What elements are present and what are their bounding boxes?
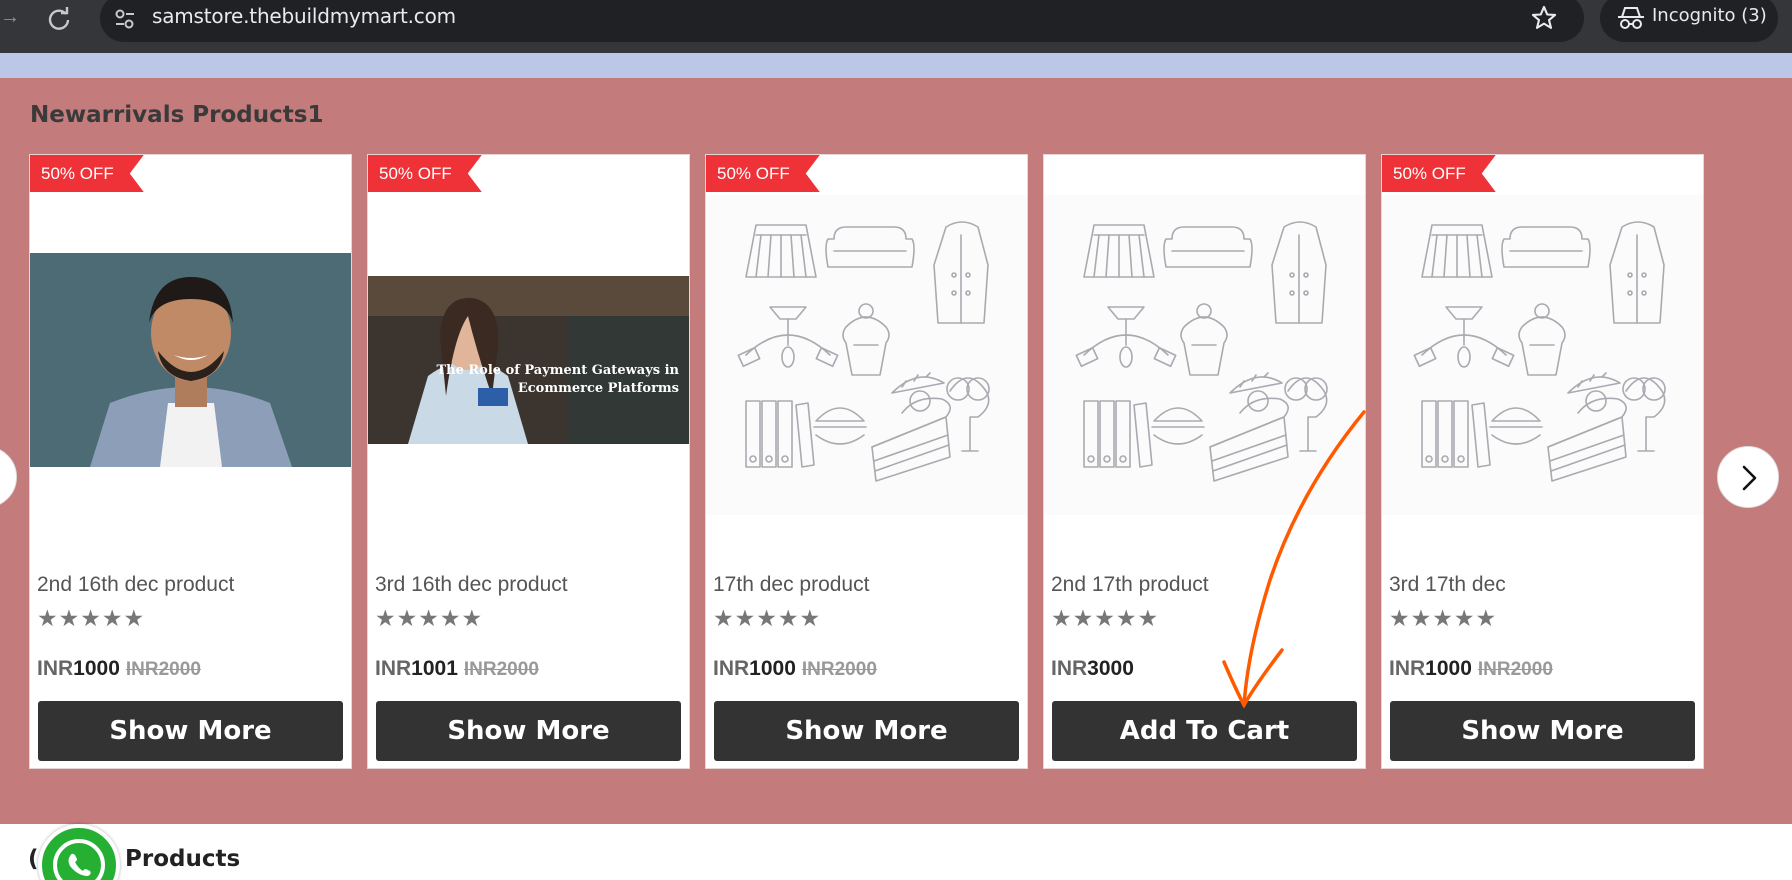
rating-stars: ★★★★★: [713, 605, 822, 631]
discount-badge: 50% OFF: [368, 155, 482, 192]
currency: INR: [1051, 657, 1088, 680]
product-card[interactable]: 50% OFF 2nd 16th dec product ★★★★★ INR10…: [29, 154, 352, 769]
next-section-title: Products: [125, 846, 241, 872]
product-card[interactable]: 50% OFF 3rd 17th dec ★★★★★ INR1000 INR200…: [1381, 154, 1704, 769]
show-more-button[interactable]: Show More: [38, 701, 343, 761]
whatsapp-icon: [53, 839, 105, 880]
carousel-next-button[interactable]: [1717, 446, 1779, 508]
new-arrivals-section: Newarrivals Products1 50% OFF 2nd 16th d…: [0, 78, 1792, 824]
currency: INR: [1389, 657, 1426, 680]
product-price: INR1001 INR2000: [375, 657, 539, 681]
product-card[interactable]: 50% OFF 17th dec product ★★★★★ INR1000 IN…: [705, 154, 1028, 769]
currency: INR: [37, 657, 74, 680]
discount-badge: 50% OFF: [706, 155, 820, 192]
whatsapp-button[interactable]: [38, 824, 120, 880]
product-price: INR1000 INR2000: [37, 657, 201, 681]
add-to-cart-button[interactable]: Add To Cart: [1052, 701, 1357, 761]
product-name[interactable]: 3rd 17th dec: [1389, 573, 1506, 597]
product-name[interactable]: 17th dec product: [713, 573, 869, 597]
section-title: Newarrivals Products1: [30, 102, 324, 128]
price-value: 3000: [1087, 657, 1134, 680]
banner-caption-line1: The Role of Payment Gateways in: [436, 363, 679, 378]
rating-stars: ★★★★★: [37, 605, 146, 631]
product-price: INR1000 INR2000: [1389, 657, 1553, 681]
man-portrait-image: [30, 253, 351, 467]
reload-icon[interactable]: [44, 4, 74, 34]
currency: INR: [713, 657, 750, 680]
product-price: INR3000: [1051, 657, 1134, 681]
browser-toolbar: → samstore.thebuildmymart.com Incognito …: [0, 0, 1792, 53]
price-value: 1000: [1425, 657, 1472, 680]
site-settings-icon[interactable]: [112, 6, 138, 32]
discount-badge: 50% OFF: [1382, 155, 1496, 192]
product-name[interactable]: 3rd 16th dec product: [375, 573, 568, 597]
chevron-right-icon: [1742, 465, 1757, 491]
product-image[interactable]: The Role of Payment Gateways in Ecommerc…: [368, 276, 689, 444]
product-name[interactable]: 2nd 17th product: [1051, 573, 1209, 597]
product-image[interactable]: [706, 195, 1027, 515]
price-value: 1000: [749, 657, 796, 680]
placeholder-sketch-image: [706, 195, 1027, 515]
price-value: 1001: [411, 657, 458, 680]
rating-stars: ★★★★★: [375, 605, 484, 631]
product-price: INR1000 INR2000: [713, 657, 877, 681]
show-more-button[interactable]: Show More: [376, 701, 681, 761]
rating-stars: ★★★★★: [1051, 605, 1160, 631]
product-name[interactable]: 2nd 16th dec product: [37, 573, 234, 597]
incognito-icon: [1618, 7, 1644, 29]
price-value: 1000: [73, 657, 120, 680]
placeholder-sketch-image: [1382, 195, 1703, 515]
discount-badge: 50% OFF: [30, 155, 144, 192]
forward-arrow-icon[interactable]: →: [0, 6, 20, 28]
address-bar[interactable]: samstore.thebuildmymart.com: [100, 0, 1584, 42]
incognito-indicator[interactable]: Incognito (3): [1600, 0, 1778, 42]
old-price: INR2000: [801, 659, 877, 680]
incognito-label: Incognito (3): [1652, 5, 1767, 26]
show-more-button[interactable]: Show More: [1390, 701, 1695, 761]
carousel-prev-button[interactable]: [0, 446, 17, 508]
bookmark-star-icon[interactable]: [1530, 4, 1558, 32]
page-top-strip: [0, 53, 1792, 78]
show-more-button[interactable]: Show More: [714, 701, 1019, 761]
old-price: INR2000: [1477, 659, 1553, 680]
product-image[interactable]: [30, 253, 351, 467]
product-image[interactable]: [1382, 195, 1703, 515]
next-section-title-fragment: (: [28, 846, 39, 872]
product-image[interactable]: [1044, 195, 1365, 515]
rating-stars: ★★★★★: [1389, 605, 1498, 631]
url-text[interactable]: samstore.thebuildmymart.com: [152, 4, 456, 28]
currency: INR: [375, 657, 412, 680]
product-card[interactable]: 2nd 17th product ★★★★★ INR3000 Add To Ca…: [1043, 154, 1366, 769]
banner-caption-line2: Ecommerce Platforms: [517, 381, 679, 396]
old-price: INR2000: [125, 659, 201, 680]
old-price: INR2000: [463, 659, 539, 680]
product-card[interactable]: 50% OFF The Role of Payment Gateways in …: [367, 154, 690, 769]
payment-banner-image: [368, 276, 689, 444]
placeholder-sketch-image: [1044, 195, 1365, 515]
